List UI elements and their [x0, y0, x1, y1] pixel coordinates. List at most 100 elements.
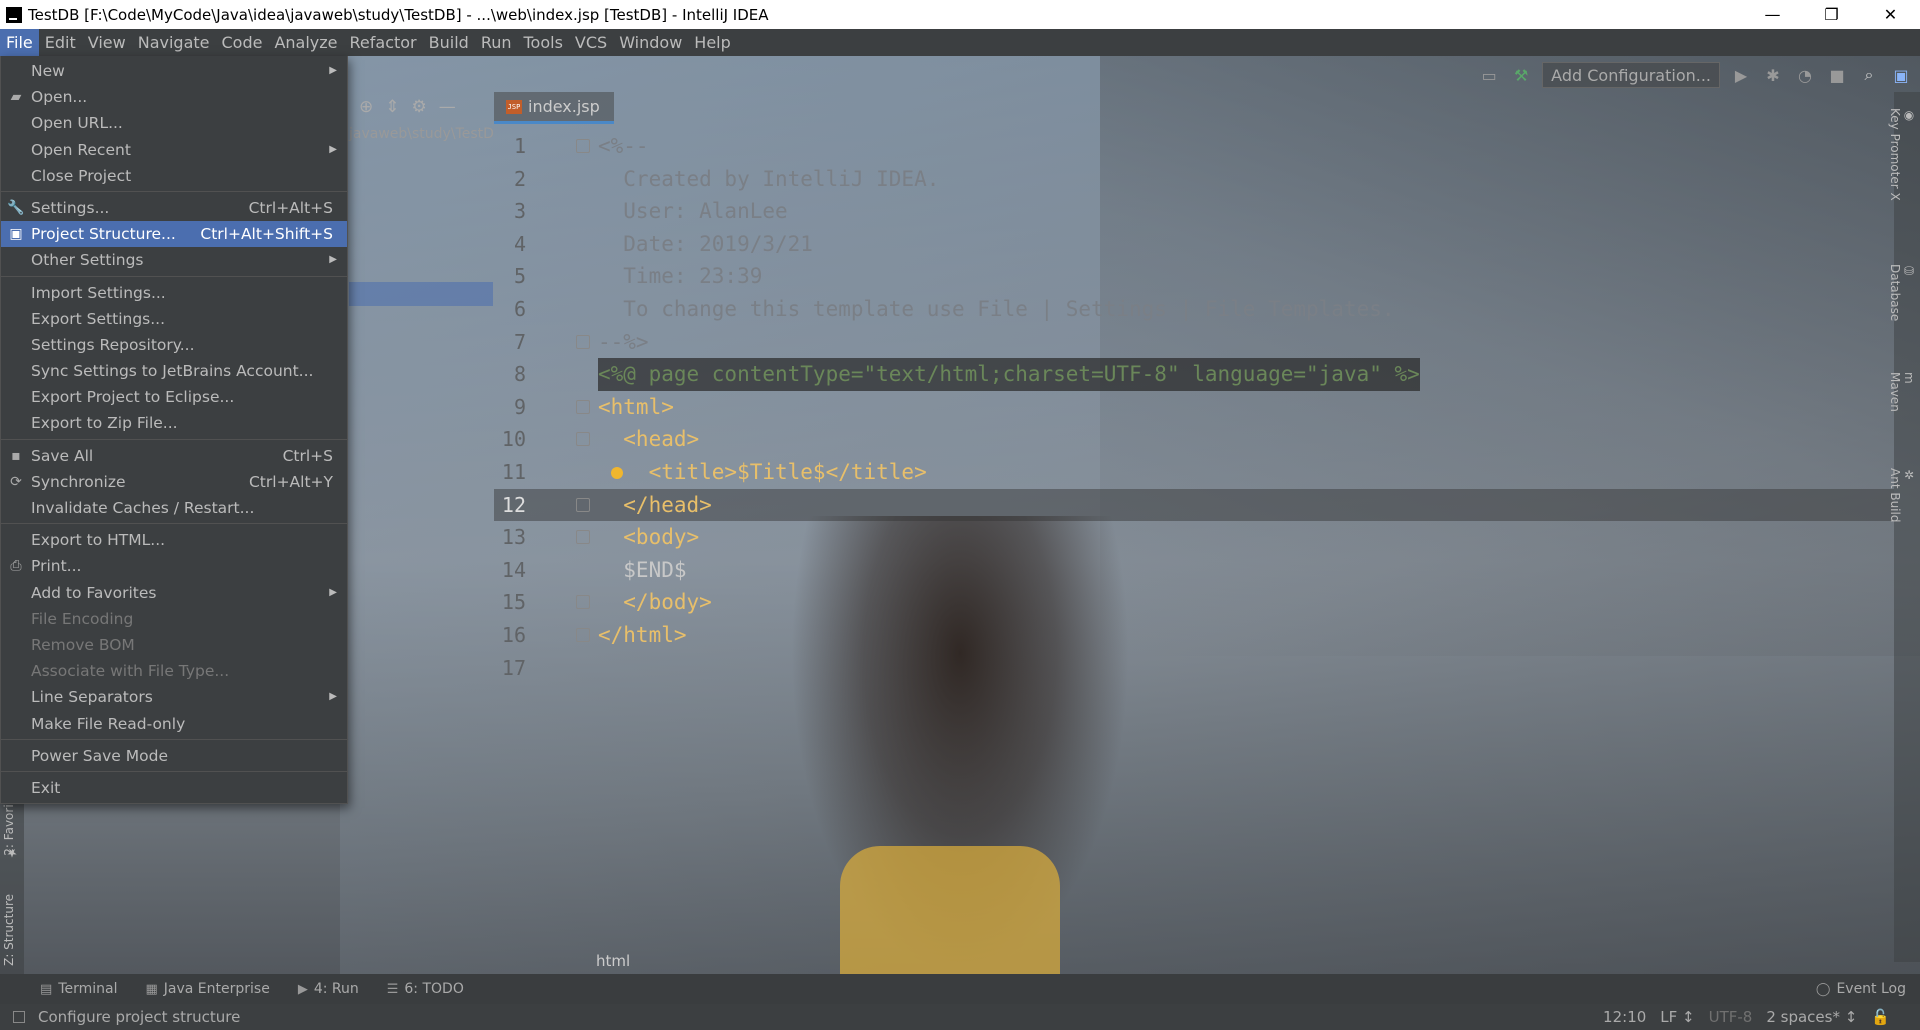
gear-icon[interactable]: ⚙: [412, 97, 427, 117]
menu-item-power-save-mode[interactable]: Power Save Mode: [1, 743, 347, 769]
menu-item-new[interactable]: New ▶: [1, 58, 347, 84]
layout-icon[interactable]: ▭: [1478, 64, 1500, 86]
menu-build[interactable]: Build: [423, 29, 475, 56]
menu-edit[interactable]: Edit: [39, 29, 82, 56]
menu-item-sync-settings-to-jetbrains-account[interactable]: Sync Settings to JetBrains Account...: [1, 358, 347, 384]
caret-position[interactable]: 12:10: [1603, 1008, 1646, 1026]
code-line[interactable]: 3 User: AlanLee: [494, 195, 1894, 228]
code-line[interactable]: 4 Date: 2019/3/21: [494, 228, 1894, 261]
search-icon[interactable]: ⌕: [1858, 64, 1880, 86]
code-line[interactable]: 12 </head>: [494, 488, 1894, 522]
fold-marker-icon[interactable]: [576, 530, 590, 545]
close-button[interactable]: ✕: [1861, 0, 1920, 29]
code-line[interactable]: 14 $END$: [494, 554, 1894, 587]
tool-button-java-enterprise[interactable]: ▦ Java Enterprise: [131, 981, 283, 997]
menu-item-export-settings[interactable]: Export Settings...: [1, 306, 347, 332]
menu-view[interactable]: View: [82, 29, 132, 56]
stop-icon[interactable]: ■: [1826, 64, 1848, 86]
menu-vcs[interactable]: VCS: [569, 29, 613, 56]
code-line[interactable]: 1 <%--: [494, 130, 1894, 163]
menu-item-export-to-zip-file[interactable]: Export to Zip File...: [1, 410, 347, 436]
restore-button[interactable]: ❐: [1802, 0, 1861, 29]
menu-help[interactable]: Help: [688, 29, 736, 56]
menu-code[interactable]: Code: [216, 29, 269, 56]
code-line[interactable]: 8 <%@ page contentType="text/html;charset…: [494, 358, 1894, 391]
menu-item-print[interactable]: ⎙ Print...: [1, 553, 347, 579]
debug-icon[interactable]: ✱: [1762, 64, 1784, 86]
coverage-icon[interactable]: ◔: [1794, 64, 1816, 86]
menu-item-remove-bom[interactable]: Remove BOM: [1, 632, 347, 658]
event-log-button[interactable]: ◯ Event Log: [1802, 981, 1920, 997]
code-line[interactable]: 6 To change this template use File | Set…: [494, 293, 1894, 326]
menu-item-add-to-favorites[interactable]: Add to Favorites ▶: [1, 580, 347, 606]
hide-icon[interactable]: —: [439, 97, 456, 117]
menu-item-save-all[interactable]: ▪ Save All Ctrl+S: [1, 443, 347, 469]
code-line[interactable]: 9 <html>: [494, 391, 1894, 424]
tool-button-6-todo[interactable]: ☰ 6: TODO: [373, 981, 478, 997]
tool-button-terminal[interactable]: ▤ Terminal: [0, 981, 131, 997]
line-separator[interactable]: LF ↕: [1660, 1008, 1694, 1026]
code-line[interactable]: 10 <head>: [494, 423, 1894, 456]
code-line[interactable]: 15 </body>: [494, 586, 1894, 619]
indent-setting[interactable]: 2 spaces* ↕: [1766, 1008, 1857, 1026]
menu-item-open-recent[interactable]: Open Recent ▶: [1, 137, 347, 163]
file-encoding[interactable]: UTF-8: [1709, 1008, 1753, 1026]
menu-item-synchronize[interactable]: ⟳ Synchronize Ctrl+Alt+Y: [1, 469, 347, 495]
tool-window-toggle-icon[interactable]: [13, 1011, 25, 1023]
menu-item-settings-repository[interactable]: Settings Repository...: [1, 332, 347, 358]
menu-item-settings[interactable]: 🔧 Settings... Ctrl+Alt+S: [1, 195, 347, 221]
lock-icon[interactable]: 🔓: [1871, 1008, 1890, 1026]
menu-item-export-project-to-eclipse[interactable]: Export Project to Eclipse...: [1, 384, 347, 410]
menu-analyze[interactable]: Analyze: [268, 29, 343, 56]
menu-item-line-separators[interactable]: Line Separators ▶: [1, 684, 347, 710]
fold-marker-icon[interactable]: [576, 627, 590, 642]
code-line[interactable]: 16 </html>: [494, 619, 1894, 652]
menu-item-export-to-html[interactable]: Export to HTML...: [1, 527, 347, 553]
tool-tab-key-promoter[interactable]: ◉ Key Promoter X: [1888, 108, 1916, 201]
menu-window[interactable]: Window: [613, 29, 688, 56]
code-line[interactable]: 2 Created by IntelliJ IDEA.: [494, 163, 1894, 196]
code-line[interactable]: 13 <body>: [494, 521, 1894, 554]
menu-item-close-project[interactable]: Close Project: [1, 163, 347, 189]
fold-marker-icon[interactable]: [576, 432, 590, 447]
menu-item-make-file-read-only[interactable]: Make File Read-only: [1, 711, 347, 737]
project-structure-toolbar-icon[interactable]: ▣: [1890, 64, 1912, 86]
fold-marker-icon[interactable]: [576, 334, 590, 349]
project-tree-selection[interactable]: [349, 282, 493, 306]
fold-marker-icon[interactable]: [576, 497, 590, 512]
tool-tab-database[interactable]: ⛁ Database: [1888, 264, 1916, 321]
menu-item-file-encoding[interactable]: File Encoding: [1, 606, 347, 632]
code-line[interactable]: 11 <title>$Title$</title>: [494, 456, 1894, 489]
collapse-icon[interactable]: ⇕: [385, 97, 399, 117]
tool-tab-ant-build[interactable]: ✲ Ant Build: [1888, 468, 1916, 522]
menu-item-open[interactable]: ▰ Open...: [1, 84, 347, 110]
add-configuration-button[interactable]: Add Configuration...: [1542, 62, 1720, 88]
tool-tab-structure[interactable]: Z: Structure: [2, 894, 16, 966]
menu-refactor[interactable]: Refactor: [344, 29, 423, 56]
menu-item-exit[interactable]: Exit: [1, 775, 347, 801]
build-hammer-icon[interactable]: ⚒: [1510, 64, 1532, 86]
menu-file[interactable]: File: [0, 29, 39, 56]
fold-marker-icon[interactable]: [576, 399, 590, 414]
menu-item-other-settings[interactable]: Other Settings ▶: [1, 247, 347, 273]
locate-icon[interactable]: ⊕: [359, 97, 373, 117]
menu-navigate[interactable]: Navigate: [132, 29, 216, 56]
menu-tools[interactable]: Tools: [518, 29, 569, 56]
fold-marker-icon[interactable]: [576, 139, 590, 153]
code-line[interactable]: 5 Time: 23:39: [494, 260, 1894, 293]
run-icon[interactable]: ▶: [1730, 64, 1752, 86]
code-line[interactable]: 17: [494, 652, 1894, 685]
editor-breadcrumb[interactable]: html: [596, 952, 630, 970]
minimize-button[interactable]: —: [1743, 0, 1802, 29]
code-area[interactable]: 1 <%-- 2 Created by IntelliJ IDEA. 3 User: …: [494, 130, 1894, 684]
menu-item-associate-with-file-type[interactable]: Associate with File Type...: [1, 658, 347, 684]
menu-item-import-settings[interactable]: Import Settings...: [1, 280, 347, 306]
menu-run[interactable]: Run: [475, 29, 518, 56]
menu-item-open-url[interactable]: Open URL...: [1, 110, 347, 136]
tool-button-4-run[interactable]: ▶ 4: Run: [284, 981, 373, 997]
menu-item-project-structure[interactable]: ▣ Project Structure... Ctrl+Alt+Shift+S: [1, 221, 347, 248]
fold-marker-icon[interactable]: [576, 595, 590, 610]
menu-item-invalidate-caches-restart[interactable]: Invalidate Caches / Restart...: [1, 495, 347, 521]
tab-index-jsp[interactable]: JSP index.jsp: [494, 92, 614, 124]
code-line[interactable]: 7 --%>: [494, 326, 1894, 359]
